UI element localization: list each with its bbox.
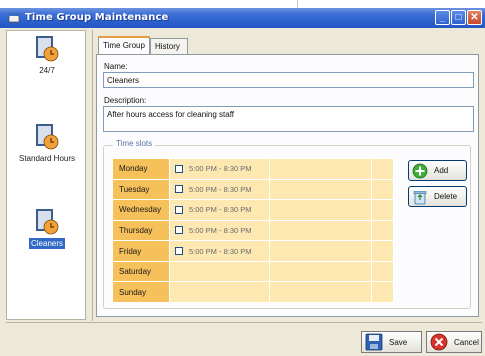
day-cell: Friday (112, 240, 170, 262)
top-strip (0, 0, 485, 8)
clock-document-icon (36, 209, 59, 235)
slot-checkbox[interactable] (175, 164, 183, 173)
slot-cell[interactable]: 5:00 PM - 8:30 PM (169, 178, 270, 201)
slot-cell[interactable] (371, 199, 394, 221)
minimize-icon: _ (439, 12, 446, 23)
list-item-label: Cleaners (28, 238, 65, 249)
slot-cell[interactable] (371, 260, 394, 283)
slot-checkbox[interactable] (175, 226, 183, 235)
slot-cell[interactable]: 5:00 PM - 8:30 PM (169, 219, 270, 242)
time-group-list[interactable]: 24/7 Standard Hours Cleaners (6, 30, 86, 320)
slot-cell[interactable] (269, 178, 372, 201)
description-label: Description: (104, 96, 147, 105)
list-item-cleaners[interactable]: Cleaners (7, 208, 87, 249)
tab-history[interactable]: History (150, 38, 188, 54)
slot-cell[interactable] (371, 178, 394, 201)
slot-cell[interactable] (371, 281, 394, 303)
slot-cell[interactable] (269, 219, 372, 242)
save-label: Save (389, 337, 408, 347)
slot-cell[interactable] (371, 240, 394, 262)
close-icon: ✕ (470, 12, 479, 23)
slot-cell[interactable] (269, 240, 372, 262)
delete-label: Delete (434, 192, 458, 201)
table-row: Saturday (112, 260, 394, 283)
minimize-button[interactable]: _ (435, 10, 450, 25)
cancel-icon (430, 333, 448, 351)
slot-cell[interactable] (269, 199, 372, 221)
slot-time: 5:00 PM - 8:30 PM (189, 184, 252, 194)
slot-checkbox[interactable] (175, 247, 183, 256)
recycle-bin-icon (413, 190, 427, 204)
table-row: Sunday (112, 281, 394, 303)
slot-cell[interactable] (371, 158, 394, 180)
cancel-button[interactable]: Cancel (426, 331, 482, 353)
table-row: Thursday 5:00 PM - 8:30 PM (112, 219, 394, 242)
slot-cell[interactable] (169, 281, 270, 303)
slot-cell[interactable] (269, 158, 372, 180)
day-cell: Tuesday (112, 178, 170, 201)
footer-divider (6, 322, 482, 323)
name-input[interactable]: Cleaners (103, 72, 474, 88)
table-row: Tuesday 5:00 PM - 8:30 PM (112, 178, 394, 201)
list-item-24-7[interactable]: 24/7 (7, 35, 87, 76)
slot-time: 5:00 PM - 8:30 PM (189, 225, 252, 235)
maximize-button[interactable]: □ (451, 10, 466, 25)
window-title: Time Group Maintenance (25, 12, 169, 23)
clock-document-icon (36, 36, 59, 62)
table-row: Wednesday 5:00 PM - 8:30 PM (112, 199, 394, 221)
slot-checkbox[interactable] (175, 185, 183, 194)
maximize-icon: □ (455, 12, 462, 23)
slot-time: 5:00 PM - 8:30 PM (189, 205, 252, 215)
delete-slot-button[interactable]: Delete (408, 186, 467, 207)
clock-document-icon (36, 124, 59, 150)
close-button[interactable]: ✕ (467, 10, 482, 25)
time-slots-legend: Time slots (113, 139, 156, 148)
slot-cell[interactable] (269, 281, 372, 303)
slot-cell[interactable] (169, 260, 270, 283)
table-row: Monday 5:00 PM - 8:30 PM (112, 158, 394, 180)
add-slot-button[interactable]: Add (408, 160, 467, 181)
slot-cell[interactable]: 5:00 PM - 8:30 PM (169, 199, 270, 221)
table-row: Friday 5:00 PM - 8:30 PM (112, 240, 394, 262)
day-cell: Monday (112, 158, 170, 180)
cancel-label: Cancel (454, 337, 479, 347)
slot-time: 5:00 PM - 8:30 PM (189, 164, 252, 174)
day-cell: Sunday (112, 281, 170, 303)
list-item-label: Standard Hours (18, 154, 76, 163)
day-cell: Thursday (112, 219, 170, 242)
save-button[interactable]: Save (361, 331, 422, 353)
slot-time: 5:00 PM - 8:30 PM (189, 246, 252, 256)
time-slots-grid: Monday 5:00 PM - 8:30 PM Tuesday 5:00 PM… (112, 158, 394, 303)
day-cell: Saturday (112, 260, 170, 283)
add-icon (412, 163, 428, 178)
description-input[interactable]: After hours access for cleaning staff (103, 106, 474, 132)
slot-checkbox[interactable] (175, 205, 183, 214)
list-item-label: 24/7 (39, 66, 55, 75)
day-cell: Wednesday (112, 199, 170, 221)
slot-cell[interactable] (371, 219, 394, 242)
add-label: Add (434, 166, 449, 175)
list-item-standard-hours[interactable]: Standard Hours (7, 123, 87, 164)
tab-time-group[interactable]: Time Group (98, 36, 150, 55)
floppy-disk-icon (365, 333, 383, 351)
slot-cell[interactable]: 5:00 PM - 8:30 PM (169, 240, 270, 262)
name-label: Name: (104, 62, 128, 71)
slot-cell[interactable] (269, 260, 372, 283)
slot-cell[interactable]: 5:00 PM - 8:30 PM (169, 158, 270, 180)
app-icon (8, 13, 20, 23)
